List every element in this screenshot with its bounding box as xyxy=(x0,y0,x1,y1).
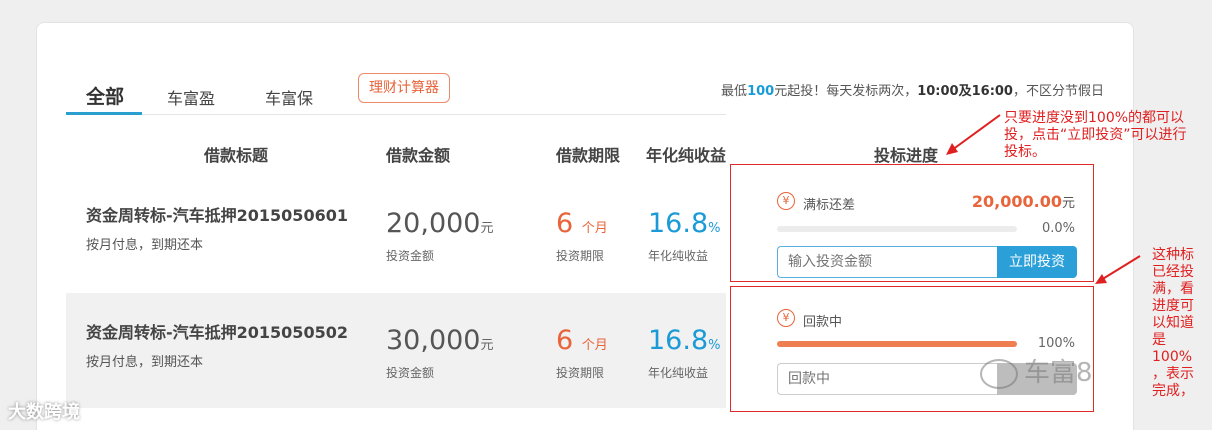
annotation-arrowhead-top xyxy=(946,143,958,155)
annotation-top: 只要进度没到100%的都可以 投，点击“立即投资”可以进行 投标。 xyxy=(1004,110,1187,160)
annotation-arrow-side xyxy=(1100,255,1141,281)
annotation-side: 这种标 已经投 满，看 进度可 以知道 是 100% ，表示 完成， xyxy=(1152,247,1194,399)
annotation-arrowhead-side xyxy=(1095,274,1107,284)
wechat-icon xyxy=(980,358,1018,389)
annotation-arrow-top xyxy=(951,114,1001,151)
watermark-logo-left: 大数跨境 xyxy=(8,402,80,423)
watermark-logo-right: 车富8 xyxy=(980,352,1093,389)
